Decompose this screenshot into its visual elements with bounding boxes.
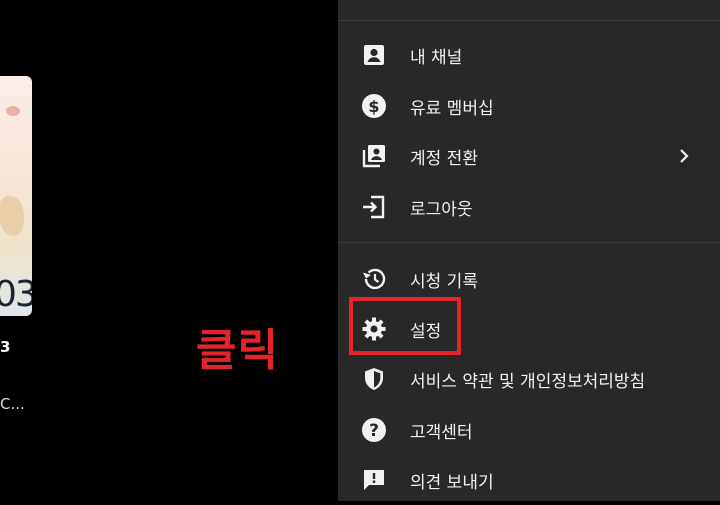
menu-item-label: 의견 보내기 <box>410 472 494 493</box>
click-annotation: 클릭 <box>196 325 279 376</box>
help-icon: ? <box>360 416 388 444</box>
account-box-icon <box>360 41 388 69</box>
menu-item-label: 로그아웃 <box>410 199 473 220</box>
video-thumbnail[interactable]: 03 <box>0 76 32 316</box>
logout-icon <box>360 193 388 221</box>
video-channel: C... <box>0 395 25 413</box>
feedback-icon <box>360 466 388 494</box>
svg-text:?: ? <box>369 421 379 441</box>
menu-item-send-feedback[interactable]: 의견 보내기 <box>338 455 720 505</box>
menu-item-label: 계정 전환 <box>410 148 478 169</box>
video-title[interactable]: 3 <box>0 338 10 356</box>
menu-item-paid-membership[interactable]: $ 유료 멤버십 <box>338 81 720 131</box>
switch-account-icon <box>360 142 388 170</box>
menu-divider <box>338 242 720 243</box>
menu-item-help-center[interactable]: ? 고객센터 <box>338 405 720 455</box>
menu-item-label: 유료 멤버십 <box>410 98 494 119</box>
menu-divider <box>338 20 720 21</box>
shield-icon <box>360 365 388 393</box>
menu-item-label: 내 채널 <box>410 47 463 68</box>
menu-item-switch-account[interactable]: 계정 전환 <box>338 131 720 181</box>
settings-highlight-box <box>349 297 461 355</box>
thumbnail-decoration <box>6 106 20 116</box>
thumbnail-decoration <box>0 196 24 236</box>
menu-item-label: 시청 기록 <box>410 271 478 292</box>
background-video-area: 03 3 C... <box>0 0 338 501</box>
dollar-circle-icon: $ <box>360 92 388 120</box>
menu-item-logout[interactable]: 로그아웃 <box>338 182 720 232</box>
menu-item-my-channel[interactable]: 내 채널 <box>338 30 720 80</box>
menu-item-terms-privacy[interactable]: 서비스 약관 및 개인정보처리방침 <box>338 354 720 404</box>
svg-text:$: $ <box>368 97 379 116</box>
history-icon <box>360 265 388 293</box>
chevron-right-icon <box>676 148 692 164</box>
menu-item-label: 서비스 약관 및 개인정보처리방침 <box>410 371 646 392</box>
menu-item-label: 고객센터 <box>410 422 473 443</box>
thumbnail-number: 03 <box>0 274 32 315</box>
account-menu: 내 채널 $ 유료 멤버십 계정 전환 로그아웃 시청 기록 설정 서비스 약관… <box>338 0 720 501</box>
